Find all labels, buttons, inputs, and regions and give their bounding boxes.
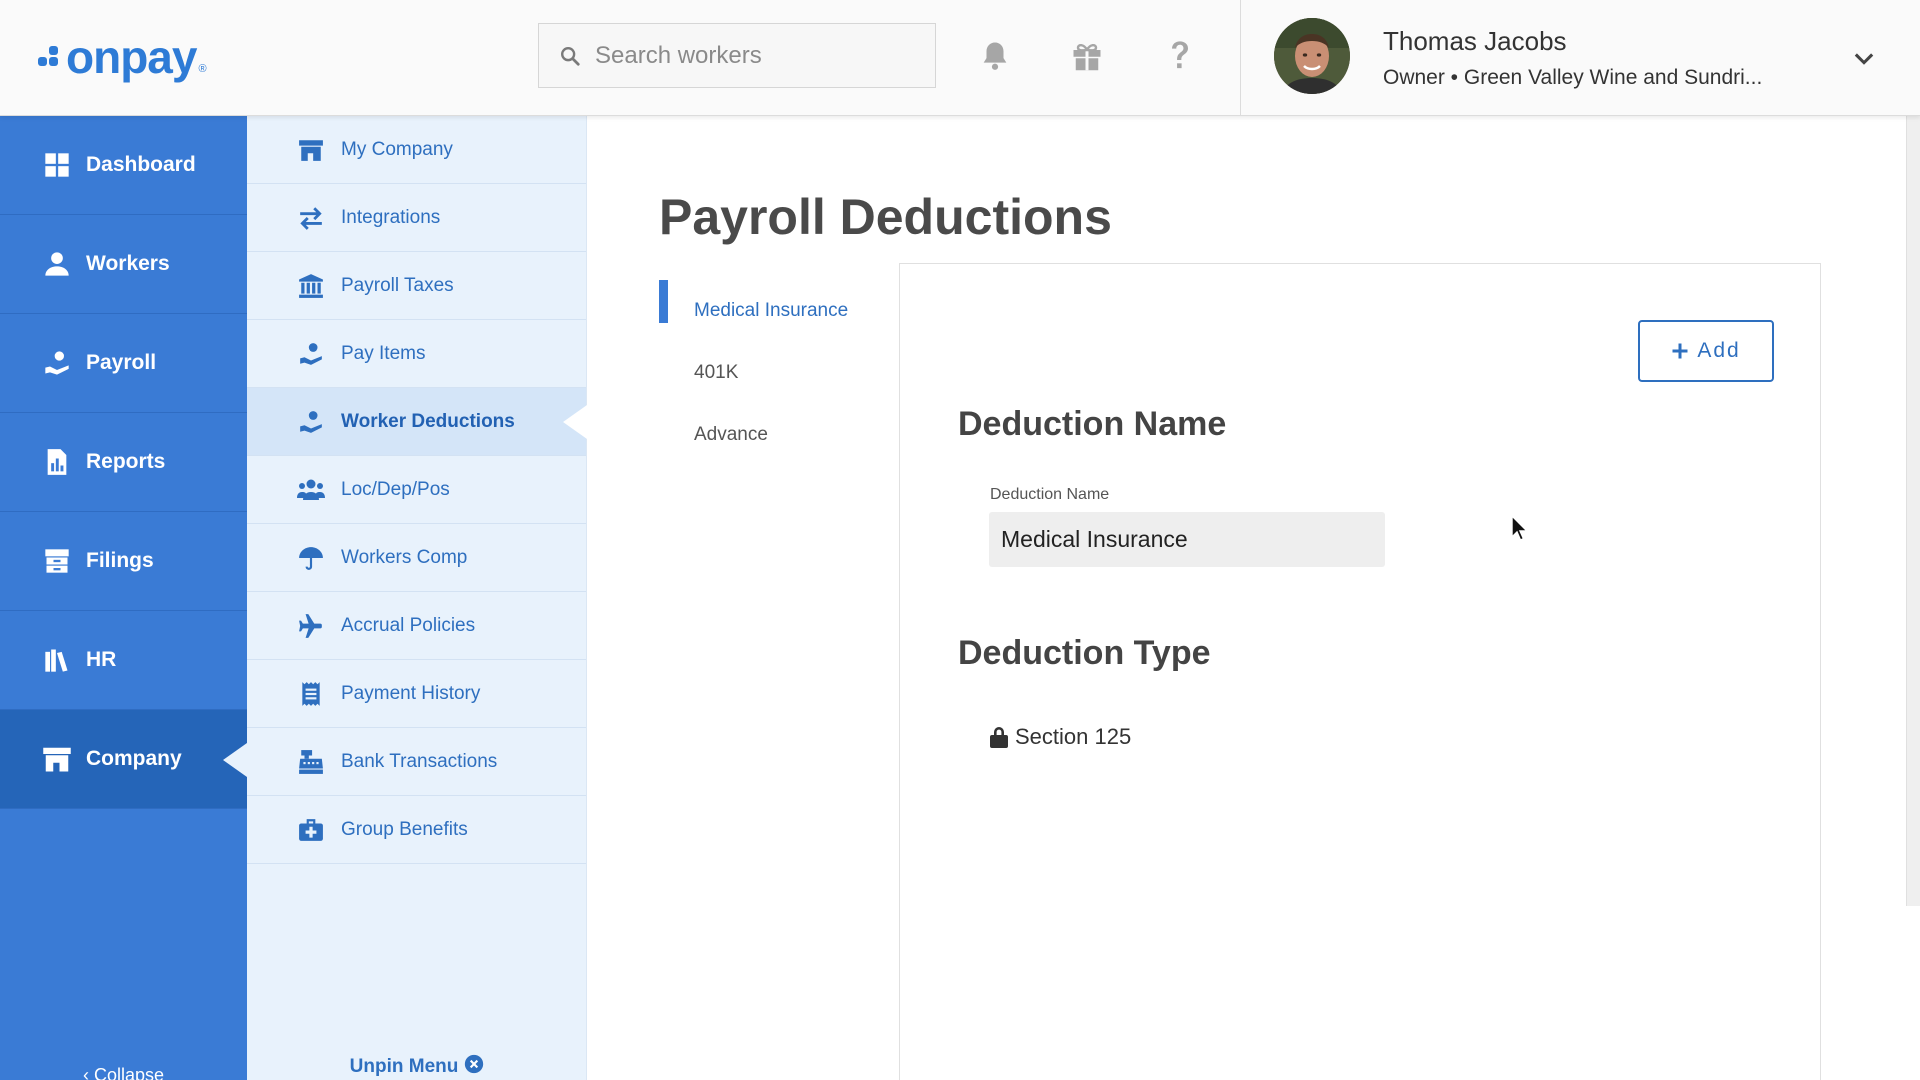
logo-text: onpay <box>66 31 197 83</box>
subnav-item-label: Integrations <box>341 206 441 228</box>
subnav-item-label: Bank Transactions <box>341 750 498 772</box>
mouse-pointer-icon <box>1510 514 1530 548</box>
deduction-tab-medical-insurance[interactable]: Medical Insurance <box>659 280 899 342</box>
onpay-logo[interactable]: onpay ® <box>38 30 207 84</box>
subnav-item-payroll-taxes[interactable]: Payroll Taxes <box>247 252 586 320</box>
nav-item-payroll[interactable]: Payroll <box>0 314 247 413</box>
add-button-label: Add <box>1697 339 1741 362</box>
cash-register-icon <box>297 748 325 776</box>
deduction-list: Medical Insurance 401K Advance <box>659 280 899 466</box>
nav-item-reports[interactable]: Reports <box>0 413 247 512</box>
user-avatar[interactable] <box>1274 18 1350 94</box>
deduction-type-value: Section 125 <box>989 724 1131 750</box>
gift-icon[interactable] <box>1065 34 1109 78</box>
subnav-item-accrual-policies[interactable]: Accrual Policies <box>247 592 586 660</box>
nav-item-label: Reports <box>86 450 166 473</box>
bank-icon <box>297 272 325 300</box>
search-box[interactable] <box>538 23 936 88</box>
page-title: Payroll Deductions <box>659 189 1112 245</box>
header-divider <box>1240 0 1241 116</box>
payroll-icon <box>42 348 72 378</box>
lock-icon <box>990 727 1008 748</box>
subnav-item-label: Worker Deductions <box>341 410 515 432</box>
deduction-tab-401k[interactable]: 401K <box>659 342 899 404</box>
search-input[interactable] <box>595 41 915 70</box>
hr-icon <box>42 645 72 675</box>
subnav-item-label: Accrual Policies <box>341 614 476 636</box>
receipt-icon <box>297 680 325 708</box>
secondary-nav: My Company Integrations Payroll Taxes Pa… <box>247 116 587 1080</box>
unpin-menu-label: Unpin Menu <box>349 1056 459 1077</box>
nav-item-hr[interactable]: HR <box>0 611 247 710</box>
user-role: Owner • Green Valley Wine and Sundri... <box>1383 66 1763 89</box>
subnav-item-integrations[interactable]: Integrations <box>247 184 586 252</box>
add-deduction-button[interactable]: Add <box>1638 320 1774 382</box>
deduction-name-field[interactable] <box>989 512 1385 567</box>
subnav-item-label: Group Benefits <box>341 818 468 840</box>
search-icon <box>561 46 580 66</box>
deduction-name-heading: Deduction Name <box>958 405 1227 443</box>
page-scrollbar[interactable] <box>1906 116 1920 906</box>
nav-item-label: Payroll <box>86 351 157 374</box>
chevron-down-icon[interactable] <box>1850 44 1878 72</box>
logo-mark-icon <box>38 43 62 71</box>
nav-item-label: Workers <box>86 252 170 275</box>
deduction-tab-advance[interactable]: Advance <box>659 404 899 466</box>
hand-coin-icon <box>297 340 325 368</box>
airplane-icon <box>297 612 325 640</box>
filings-icon <box>42 546 72 576</box>
subnav-item-label: Loc/Dep/Pos <box>341 478 450 500</box>
nav-item-label: Filings <box>86 549 154 572</box>
active-pointer <box>563 405 587 439</box>
nav-item-dashboard[interactable]: Dashboard <box>0 116 247 215</box>
subnav-item-group-benefits[interactable]: Group Benefits <box>247 796 586 864</box>
unpin-menu-button[interactable]: Unpin Menu <box>247 1054 587 1080</box>
subnav-item-bank-transactions[interactable]: Bank Transactions <box>247 728 586 796</box>
deduction-type-heading: Deduction Type <box>958 634 1211 672</box>
subnav-item-payment-history[interactable]: Payment History <box>247 660 586 728</box>
subnav-item-loc-dep-pos[interactable]: Loc/Dep/Pos <box>247 456 586 524</box>
collapse-button[interactable]: ‹ Collapse <box>0 1065 247 1080</box>
help-icon[interactable] <box>1158 34 1202 78</box>
store-icon <box>297 136 325 164</box>
subnav-item-label: Workers Comp <box>341 546 468 568</box>
hand-coin-icon <box>297 408 325 436</box>
deduction-name-field-label: Deduction Name <box>990 486 1110 503</box>
nav-item-label: Company <box>86 747 182 770</box>
subnav-item-label: Payroll Taxes <box>341 274 454 296</box>
top-header: onpay ® Thomas Jacobs Owner • Green Vall… <box>0 0 1920 116</box>
logo-registered-mark: ® <box>198 63 207 75</box>
nav-item-filings[interactable]: Filings <box>0 512 247 611</box>
subnav-item-label: Pay Items <box>341 342 426 364</box>
close-circle-icon <box>464 1054 484 1080</box>
nav-item-workers[interactable]: Workers <box>0 215 247 314</box>
workers-icon <box>42 249 72 279</box>
subnav-item-workers-comp[interactable]: Workers Comp <box>247 524 586 592</box>
deduction-detail-panel: Add Deduction Name Deduction Name Deduct… <box>899 263 1821 1080</box>
swap-arrows-icon <box>297 204 325 232</box>
company-icon <box>42 744 72 774</box>
medical-kit-icon <box>297 816 325 844</box>
nav-item-label: HR <box>86 648 117 671</box>
deduction-type-label: Section 125 <box>1015 724 1132 749</box>
subnav-item-label: My Company <box>341 138 453 160</box>
reports-icon <box>42 447 72 477</box>
dashboard-icon <box>42 150 72 180</box>
chevron-left-icon: ‹ <box>82 1065 89 1080</box>
subnav-item-pay-items[interactable]: Pay Items <box>247 320 586 388</box>
nav-item-company[interactable]: Company <box>0 710 247 809</box>
umbrella-icon <box>297 544 325 572</box>
subnav-item-my-company[interactable]: My Company <box>247 116 586 184</box>
nav-item-label: Dashboard <box>86 153 196 176</box>
active-pointer <box>223 743 247 777</box>
people-group-icon <box>297 476 325 504</box>
collapse-label: Collapse <box>93 1065 165 1080</box>
subnav-item-label: Payment History <box>341 682 481 704</box>
subnav-item-worker-deductions[interactable]: Worker Deductions <box>247 388 587 456</box>
primary-nav: Dashboard Workers Payroll Reports Filing… <box>0 116 247 1080</box>
bell-icon[interactable] <box>973 34 1017 78</box>
plus-icon <box>1672 343 1688 359</box>
user-name[interactable]: Thomas Jacobs <box>1383 26 1567 57</box>
